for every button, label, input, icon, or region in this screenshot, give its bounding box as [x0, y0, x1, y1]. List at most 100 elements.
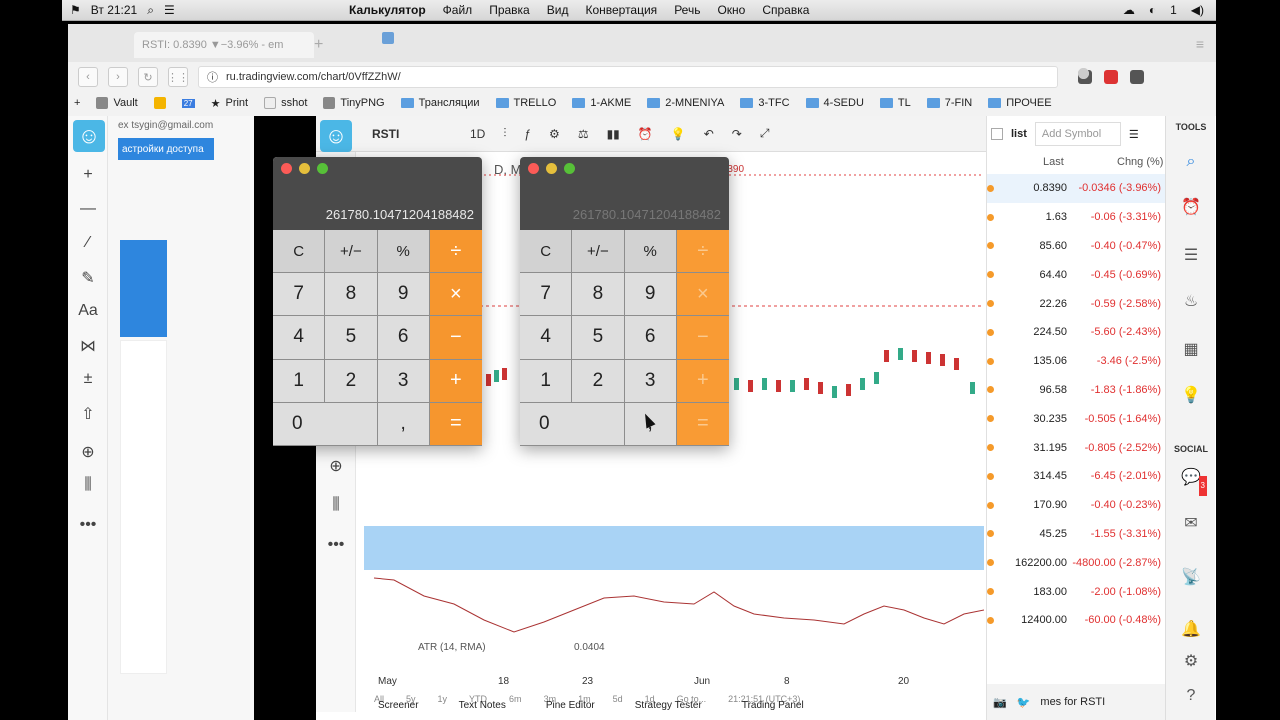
- key-sign-button[interactable]: +/−: [325, 230, 378, 274]
- back-icon[interactable]: ‹: [78, 67, 98, 87]
- watchlist-row[interactable]: 135.06 -3.46 (-2.5%): [987, 347, 1165, 376]
- ideas-bulb-icon[interactable]: 💡: [1181, 386, 1201, 406]
- volume-icon[interactable]: ◀): [1191, 3, 1204, 17]
- profile-smiley-icon[interactable]: ☺: [320, 120, 352, 152]
- key-clear-button[interactable]: C: [520, 230, 573, 274]
- bookmark-folder-streams[interactable]: Трансляции: [400, 97, 480, 109]
- watchlist-row[interactable]: 170.90 -0.40 (-0.23%): [987, 491, 1165, 520]
- spotlight-icon[interactable]: ⌕: [147, 3, 154, 18]
- key-nine-button[interactable]: 9: [624, 273, 677, 317]
- interval-select[interactable]: 1D: [470, 127, 485, 141]
- pocket-icon[interactable]: [1130, 70, 1144, 84]
- browser-tab[interactable]: RSTI: 0.8390 ▼−3.96% - em: [134, 32, 394, 58]
- tab-strategy-tester[interactable]: Strategy Tester: [635, 700, 702, 711]
- redo-icon[interactable]: ↷: [732, 127, 742, 141]
- brush-icon[interactable]: ✎: [68, 268, 108, 288]
- bookmark-folder-mneniya[interactable]: 2-MNENIYA: [647, 97, 724, 109]
- text-tool-icon[interactable]: Aa: [68, 302, 108, 320]
- settings-gear-icon[interactable]: ⚙: [1181, 652, 1201, 672]
- calculator-titlebar[interactable]: [520, 157, 729, 177]
- adblock-icon[interactable]: [1104, 70, 1118, 84]
- settings-gear-icon[interactable]: ⚙: [549, 127, 560, 141]
- key-multiply-button[interactable]: ×: [676, 273, 729, 317]
- indicators-icon[interactable]: ƒ: [524, 127, 531, 141]
- key-minus-button[interactable]: −: [676, 316, 729, 360]
- bookmark-folder-sedu[interactable]: 4-SEDU: [805, 97, 864, 109]
- col-last[interactable]: Last: [1043, 156, 1064, 168]
- forward-icon[interactable]: ›: [108, 67, 128, 87]
- close-window-icon[interactable]: [281, 163, 292, 174]
- key-comma-button[interactable]: ,: [377, 402, 430, 446]
- key-equals-button[interactable]: =: [429, 402, 482, 446]
- fullscreen-icon[interactable]: ⤢: [760, 126, 770, 141]
- bookmark-vault[interactable]: Vault: [96, 97, 138, 109]
- watchlist-row[interactable]: 30.235 -0.505 (-1.64%): [987, 404, 1165, 433]
- apps-grid-icon[interactable]: ⋮⋮: [167, 67, 189, 87]
- compare-icon[interactable]: ⚖: [578, 127, 589, 141]
- key-minus-button[interactable]: −: [429, 316, 482, 360]
- key-percent-button[interactable]: %: [624, 230, 677, 274]
- bar-chart-icon[interactable]: ▮▮: [607, 127, 620, 141]
- bookmark-folder-fin[interactable]: 7-FIN: [926, 97, 972, 109]
- tab-trading-panel[interactable]: Trading Panel: [742, 700, 804, 711]
- key-sign-button[interactable]: +/−: [572, 230, 625, 274]
- app-menu[interactable]: Калькулятор: [349, 3, 426, 17]
- key-three-button[interactable]: 3: [377, 359, 430, 403]
- add-bookmark-icon[interactable]: +: [74, 97, 80, 109]
- watchlist-row[interactable]: 0.8390 -0.0346 (-3.96%): [987, 174, 1165, 203]
- watchlist-icon[interactable]: ⌕: [1181, 152, 1201, 172]
- menu-help[interactable]: Справка: [762, 3, 809, 17]
- watchlist-row[interactable]: 224.50 -5.60 (-2.43%): [987, 318, 1165, 347]
- more-tools-icon[interactable]: •••: [68, 516, 108, 534]
- key-two-button[interactable]: 2: [325, 359, 378, 403]
- checkbox-icon[interactable]: [991, 128, 1003, 140]
- browser-menu-icon[interactable]: ≡: [1196, 36, 1204, 52]
- pattern-icon[interactable]: ⋈: [68, 336, 108, 356]
- watchlist-row[interactable]: 31.195 -0.805 (-2.52%): [987, 433, 1165, 462]
- notification-list-icon[interactable]: ☰: [164, 3, 175, 17]
- key-zero-button[interactable]: 0: [520, 402, 625, 446]
- chat-icon[interactable]: 💬 3: [1181, 468, 1207, 496]
- measure-icon[interactable]: ±: [68, 370, 108, 388]
- chart-type-icon[interactable]: ⫶: [503, 126, 506, 141]
- new-tab-icon[interactable]: +: [314, 36, 323, 54]
- bookmark-drive[interactable]: [153, 97, 166, 109]
- key-divide-button[interactable]: ÷: [429, 230, 482, 274]
- watchlist-row[interactable]: 45.25 -1.55 (-3.31%): [987, 520, 1165, 549]
- zoom-icon[interactable]: ⊕: [316, 456, 356, 476]
- key-five-button[interactable]: 5: [325, 316, 378, 360]
- zoom-window-icon[interactable]: [317, 163, 328, 174]
- more-tools-icon[interactable]: •••: [316, 536, 356, 554]
- key-percent-button[interactable]: %: [377, 230, 430, 274]
- key-plus-button[interactable]: +: [676, 359, 729, 403]
- help-icon[interactable]: ?: [1181, 686, 1201, 706]
- key-divide-button[interactable]: ÷: [676, 230, 729, 274]
- ruler-icon[interactable]: ⫼: [316, 496, 356, 514]
- watchlist-row[interactable]: 12400.00 -60.00 (-0.48%): [987, 606, 1165, 635]
- minimize-window-icon[interactable]: [546, 163, 557, 174]
- zoom-window-icon[interactable]: [564, 163, 575, 174]
- hotlist-flame-icon[interactable]: ♨: [1181, 292, 1201, 312]
- menu-speech[interactable]: Речь: [674, 3, 700, 17]
- watchlist-row[interactable]: 96.58 -1.83 (-1.86%): [987, 376, 1165, 405]
- access-settings-button[interactable]: астройки доступа: [118, 138, 214, 160]
- skype-icon[interactable]: ☁: [1123, 3, 1135, 17]
- idea-icon[interactable]: 💡: [671, 127, 686, 141]
- bookmark-sshot[interactable]: sshot: [264, 97, 307, 109]
- calendar-icon[interactable]: ▦: [1181, 340, 1201, 360]
- key-four-button[interactable]: 4: [273, 316, 326, 360]
- alert-icon[interactable]: ⏰: [638, 127, 653, 141]
- arrow-up-icon[interactable]: ⇧: [68, 404, 108, 424]
- display-icon[interactable]: ◐: [1149, 3, 1156, 17]
- tab-text-notes[interactable]: Text Notes: [459, 700, 506, 711]
- watchlist-row[interactable]: 162200.00 -4800.00 (-2.87%): [987, 548, 1165, 577]
- key-one-button[interactable]: 1: [520, 359, 573, 403]
- crosshair-icon[interactable]: +: [68, 166, 108, 184]
- bookmark-folder-trello[interactable]: TRELLO: [495, 97, 556, 109]
- key-clear-button[interactable]: C: [273, 230, 326, 274]
- key-seven-button[interactable]: 7: [520, 273, 573, 317]
- add-symbol-input[interactable]: Add Symbol: [1034, 122, 1121, 146]
- tab-screener[interactable]: Screener: [378, 700, 419, 711]
- key-five-button[interactable]: 5: [572, 316, 625, 360]
- key-six-button[interactable]: 6: [377, 316, 430, 360]
